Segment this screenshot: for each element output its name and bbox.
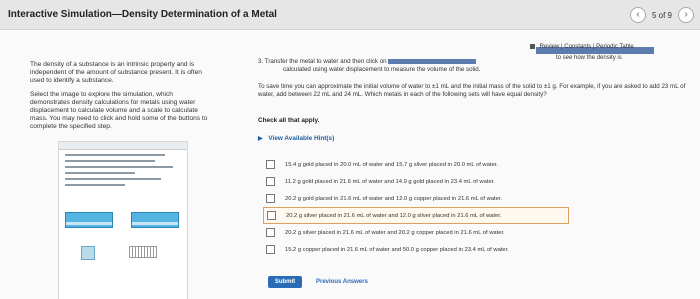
intro-paragraph-2: Select the image to explore the simulati…	[30, 90, 208, 131]
checkbox[interactable]	[266, 228, 275, 237]
answer-choice-selected[interactable]: 20.2 g silver placed in 21.6 mL of water…	[263, 207, 569, 224]
answer-choice-text: 20.2 g silver placed in 21.6 mL of water…	[286, 212, 502, 219]
pagination: ‹ 5 of 9 ›	[629, 6, 694, 24]
previous-answers-link[interactable]: Previous Answers	[316, 279, 368, 285]
caret-right-icon: ▶	[258, 136, 263, 142]
intro-panel: The density of a substance is an intrins…	[30, 61, 210, 137]
question-3-prefix: 3. Transfer the metal to water and then …	[258, 58, 387, 65]
answer-choice-text: 15.4 g gold placed in 20.0 mL of water a…	[285, 161, 498, 168]
view-hints-link[interactable]: ▶ View Available Hint(s)	[258, 135, 334, 142]
answer-choice[interactable]: 11.2 g gold placed in 21.6 mL of water a…	[266, 173, 586, 190]
sim-line	[65, 154, 165, 156]
simulation-header	[59, 142, 187, 150]
check-all-instruction: Check all that apply.	[258, 117, 320, 124]
sim-line	[65, 166, 173, 168]
action-bar: Submit Previous Answers	[268, 276, 368, 288]
next-page-button[interactable]: ›	[678, 7, 694, 23]
answer-choice-text: 15.2 g copper placed in 21.6 mL of water…	[285, 246, 509, 253]
page-count: 5 of 9	[651, 10, 672, 20]
review-links-label[interactable]: Review | Constants | Periodic Table	[540, 44, 634, 50]
simulation-text-lines	[59, 150, 187, 194]
intro-paragraph-1: The density of a substance is an intrins…	[30, 61, 202, 85]
review-icon	[530, 44, 535, 49]
main-content: The density of a substance is an intrins…	[0, 31, 700, 299]
beaker-icon	[81, 246, 95, 260]
sim-line	[65, 178, 161, 180]
checkbox[interactable]	[266, 194, 275, 203]
question-3: 3. Transfer the metal to water and then …	[258, 58, 543, 66]
metal-blocks	[65, 212, 183, 232]
checkbox[interactable]	[266, 177, 275, 186]
see-density-text: to see how the density is	[556, 55, 622, 61]
redacted-button-label	[388, 58, 477, 64]
scale-icon	[129, 246, 157, 258]
simulation-thumbnail[interactable]	[58, 141, 188, 299]
metal-block	[65, 212, 113, 228]
sim-line	[65, 184, 125, 186]
checkbox[interactable]	[266, 160, 275, 169]
sim-line	[65, 172, 135, 174]
page-title: Interactive Simulation—Density Determina…	[8, 9, 277, 20]
answer-choice[interactable]: 20.2 g gold placed in 21.6 mL of water a…	[266, 190, 586, 207]
top-bar: Interactive Simulation—Density Determina…	[0, 0, 700, 30]
sim-line	[65, 160, 155, 162]
review-links[interactable]: Review | Constants | Periodic Table	[530, 44, 634, 50]
prev-page-button[interactable]: ‹	[629, 7, 646, 23]
checkbox[interactable]	[266, 245, 275, 254]
answer-choices: 15.4 g gold placed in 20.0 mL of water a…	[263, 156, 586, 258]
answer-choice-text: 11.2 g gold placed in 21.6 mL of water a…	[285, 178, 495, 185]
checkbox[interactable]	[267, 211, 276, 220]
view-hints-label[interactable]: View Available Hint(s)	[268, 135, 334, 142]
question-body: To save time you can approximate the ini…	[258, 83, 686, 98]
answer-choice-text: 20.2 g gold placed in 21.6 mL of water a…	[285, 195, 503, 202]
answer-choice[interactable]: 20.2 g silver placed in 21.6 mL of water…	[266, 224, 586, 241]
question-3-line-2: calculated using water displacement to m…	[283, 66, 481, 73]
answer-choice-text: 20.2 g silver placed in 21.6 mL of water…	[285, 229, 505, 236]
answer-choice[interactable]: 15.4 g gold placed in 20.0 mL of water a…	[266, 156, 586, 173]
metal-block	[131, 212, 179, 228]
answer-choice[interactable]: 15.2 g copper placed in 21.6 mL of water…	[266, 241, 586, 258]
submit-button[interactable]: Submit	[268, 276, 302, 288]
